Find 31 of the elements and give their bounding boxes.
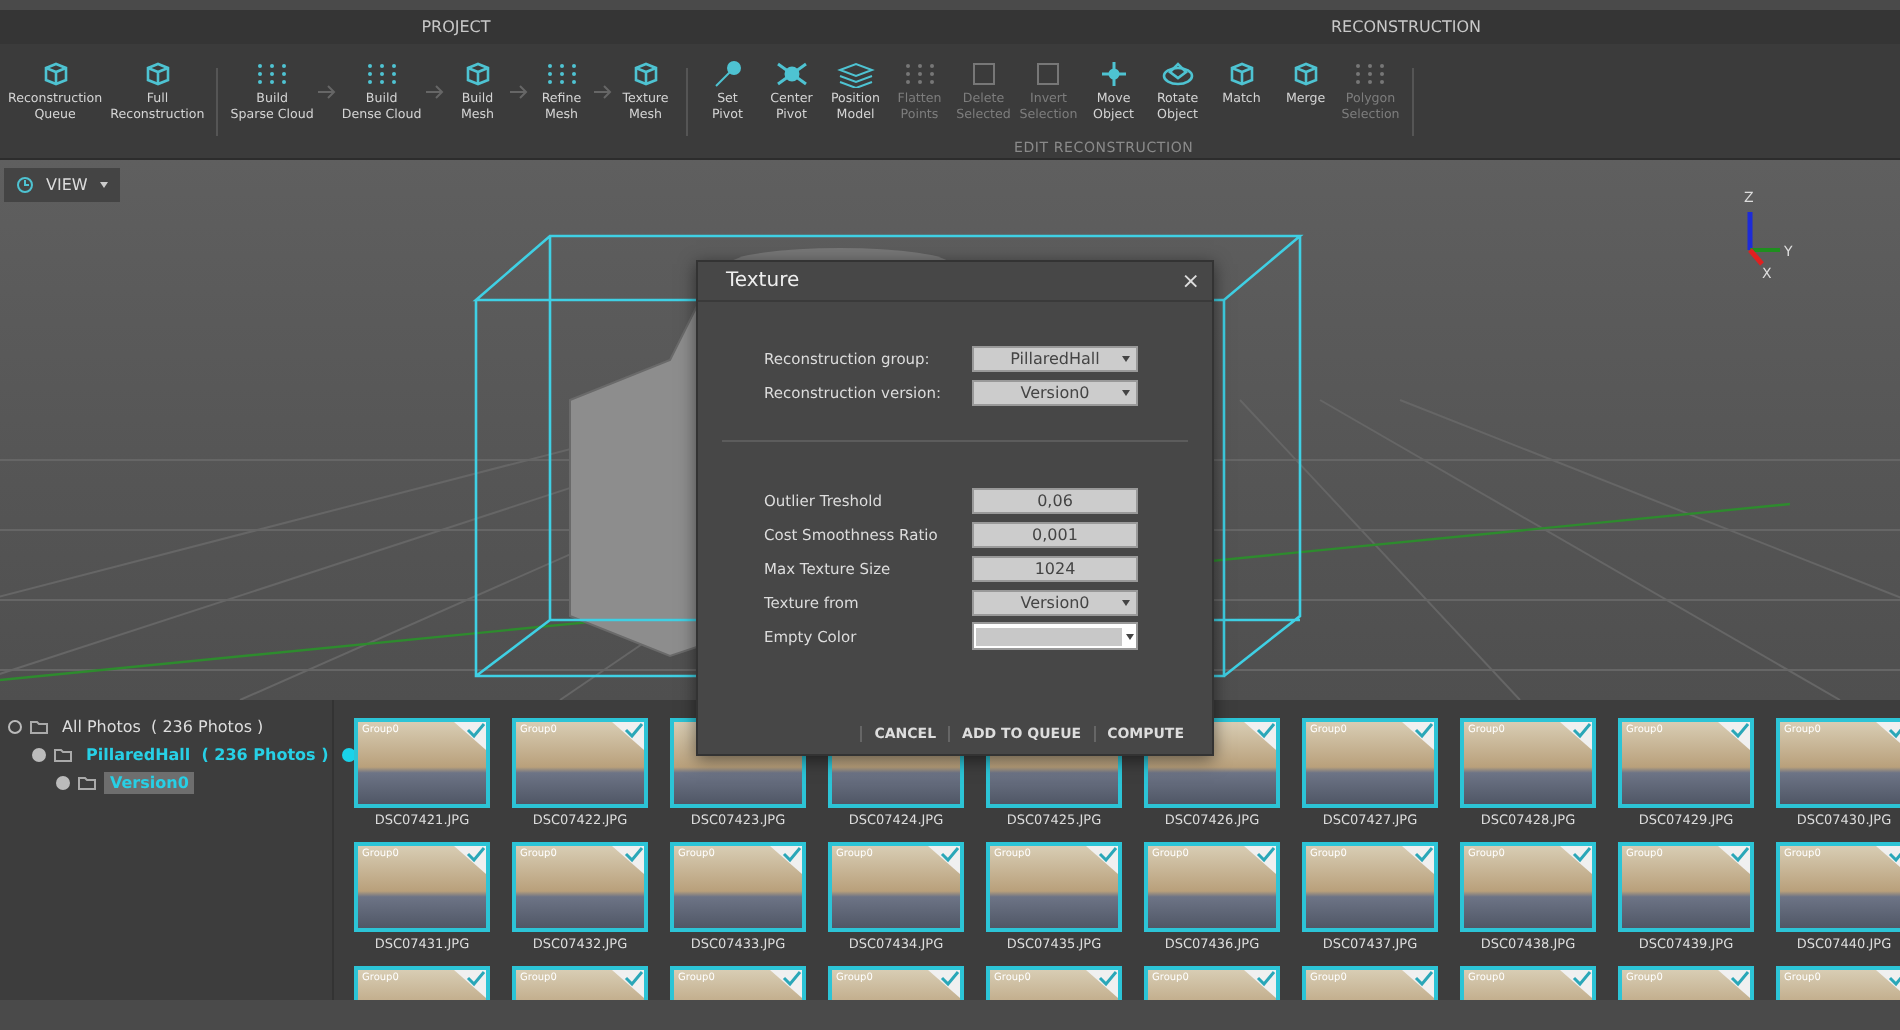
input-field[interactable]: 0,001 xyxy=(972,521,1138,547)
clock-icon xyxy=(16,176,34,194)
close-button[interactable]: × xyxy=(1181,268,1200,294)
layers-icon xyxy=(835,60,876,88)
arrow-icon xyxy=(593,84,614,100)
caret-icon xyxy=(1122,599,1130,605)
dropdown[interactable]: Version0 xyxy=(972,379,1138,405)
input-field[interactable]: 1024 xyxy=(972,555,1138,581)
caret-icon xyxy=(99,182,108,188)
tree-item[interactable]: Version0 xyxy=(104,772,195,794)
radio-button[interactable] xyxy=(8,720,22,734)
caret-icon xyxy=(1122,389,1130,395)
star-icon xyxy=(771,60,812,88)
caret-icon xyxy=(1126,633,1134,639)
radio-button[interactable] xyxy=(56,776,70,790)
arrow-icon xyxy=(509,84,530,100)
view-menu-button[interactable]: VIEW xyxy=(4,168,120,202)
dropdown[interactable]: PillaredHall xyxy=(972,345,1138,371)
caret-icon xyxy=(1122,355,1130,361)
input-field[interactable]: 0,06 xyxy=(972,487,1138,513)
rotate-icon xyxy=(1157,60,1198,88)
section-title: PROJECT xyxy=(419,16,493,40)
section-title: RECONSTRUCTION xyxy=(1329,16,1483,40)
tree-item[interactable]: PillaredHall ( 236 Photos ) xyxy=(80,744,335,766)
dropdown[interactable]: Version0 xyxy=(972,589,1138,615)
radio-button[interactable] xyxy=(32,748,46,762)
color-picker[interactable] xyxy=(972,622,1138,650)
tree-item[interactable]: All Photos ( 236 Photos ) xyxy=(56,716,270,738)
arrow-icon xyxy=(317,84,338,100)
arrow-icon xyxy=(425,84,446,100)
dialog-title: Texture xyxy=(726,270,800,292)
